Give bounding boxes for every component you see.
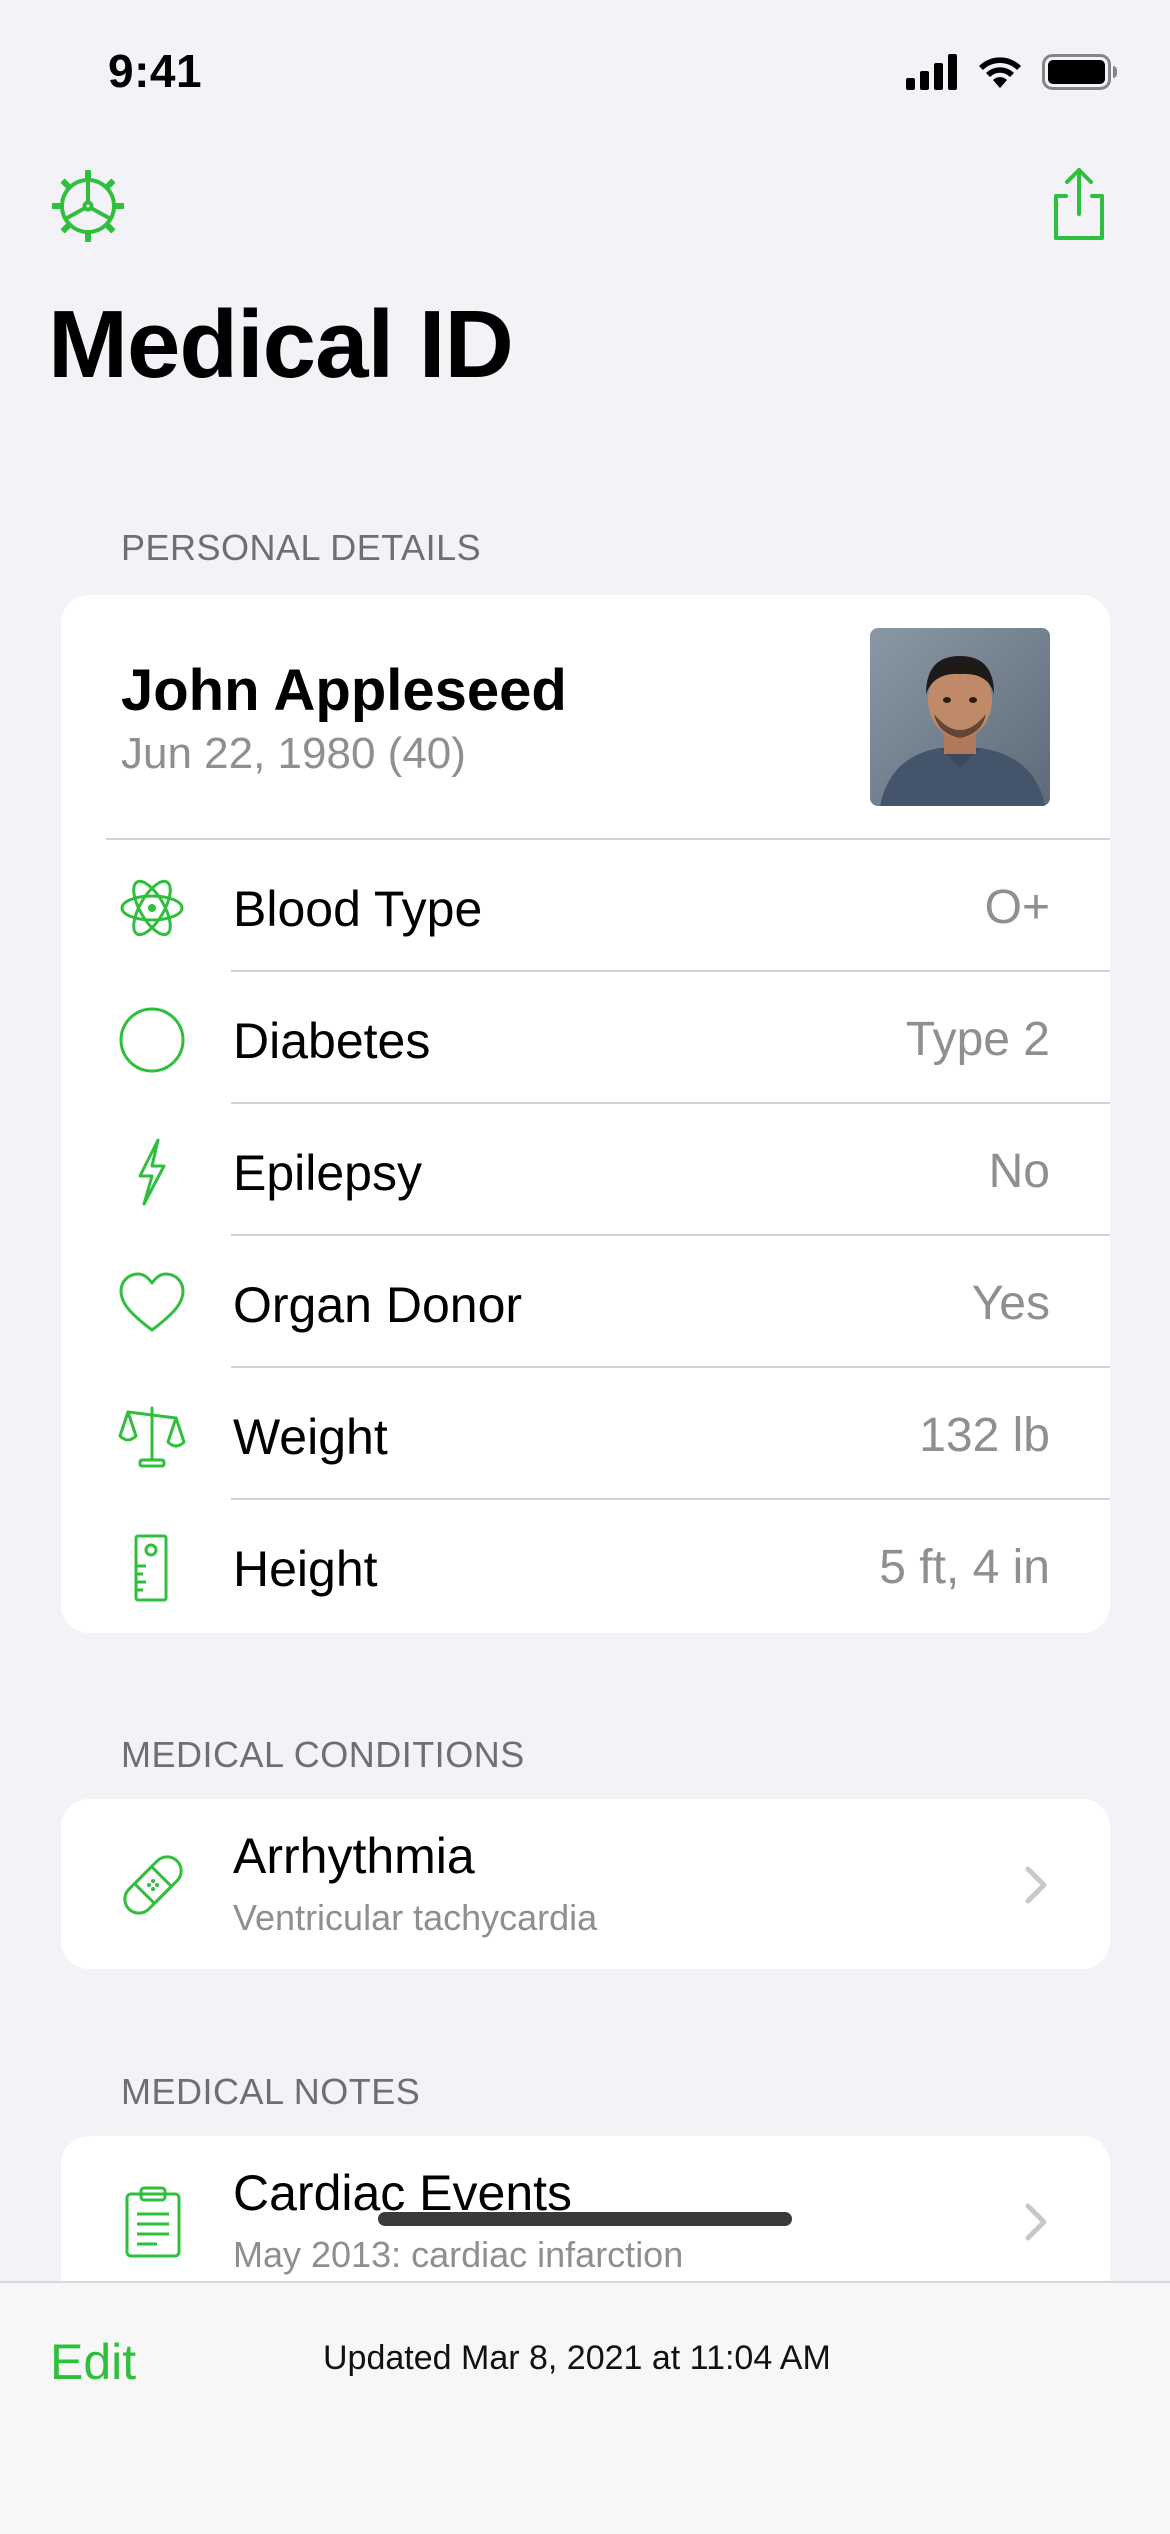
row-value: O+ [984, 881, 1050, 934]
wifi-icon [979, 57, 1021, 88]
ruler-icon [134, 1534, 168, 1602]
row-label: Epilepsy [233, 1145, 422, 1201]
gear-icon [52, 170, 124, 242]
detail-row-organ-donor[interactable]: Organ Donor Yes [61, 1236, 1110, 1368]
detail-row-blood-type[interactable]: Blood Type O+ [61, 840, 1110, 972]
detail-row-weight[interactable]: Weight 132 lb [61, 1368, 1110, 1500]
bandage-icon [123, 1855, 183, 1915]
profile-summary: John Appleseed Jun 22, 1980 (40) [61, 595, 1110, 840]
cellular-signal-icon [906, 54, 957, 90]
chevron-right-icon [1025, 1866, 1047, 1904]
profile-dob: Jun 22, 1980 (40) [121, 729, 466, 778]
personal-details-card: John Appleseed Jun 22, 1980 (40) Blood T… [61, 595, 1110, 1633]
updated-timestamp: Updated Mar 8, 2021 at 11:04 AM [323, 2339, 831, 2377]
row-value: No [988, 1145, 1050, 1198]
chevron-right-icon [1025, 2203, 1047, 2241]
medical-conditions-card: Arrhythmia Ventricular tachycardia [61, 1799, 1110, 1969]
row-label: Height [233, 1541, 378, 1597]
edit-button[interactable]: Edit [50, 2333, 136, 2391]
row-value: Type 2 [905, 1013, 1050, 1066]
personal-details-header: PERSONAL DETAILS [121, 527, 482, 568]
row-label: Weight [233, 1409, 388, 1465]
bolt-icon [138, 1138, 166, 1206]
page-title: Medical ID [48, 291, 514, 398]
condition-row-arrhythmia[interactable]: Arrhythmia Ventricular tachycardia [61, 1799, 1110, 1969]
row-subtitle: Ventricular tachycardia [233, 1897, 598, 1938]
circle-icon [119, 1007, 185, 1073]
medical-conditions-header: MEDICAL CONDITIONS [121, 1734, 525, 1775]
row-subtitle: May 2013: cardiac infarction [233, 2234, 684, 2275]
share-button[interactable] [1040, 166, 1116, 242]
row-label: Diabetes [233, 1013, 431, 1069]
row-value: 5 ft, 4 in [879, 1541, 1050, 1594]
detail-row-diabetes[interactable]: Diabetes Type 2 [61, 972, 1110, 1104]
row-label: Organ Donor [233, 1277, 523, 1333]
status-bar: 9:41 [0, 0, 1170, 140]
avatar-photo [870, 628, 1050, 806]
profile-name: John Appleseed [121, 658, 567, 723]
heart-icon [119, 1272, 185, 1332]
row-label: Blood Type [233, 881, 483, 937]
share-icon [1054, 168, 1104, 240]
home-indicator[interactable] [378, 2212, 792, 2226]
medical-notes-header: MEDICAL NOTES [121, 2071, 421, 2112]
status-icons [906, 54, 1118, 90]
battery-icon [1042, 54, 1117, 90]
settings-button[interactable] [50, 168, 126, 244]
status-time: 9:41 [108, 45, 203, 97]
scale-icon [118, 1406, 186, 1468]
detail-row-epilepsy[interactable]: Epilepsy No [61, 1104, 1110, 1236]
row-value: 132 lb [919, 1409, 1050, 1462]
row-title: Arrhythmia [233, 1828, 475, 1884]
detail-row-height[interactable]: Height 5 ft, 4 in [61, 1500, 1110, 1632]
row-value: Yes [971, 1277, 1050, 1330]
atom-icon [120, 879, 184, 937]
avatar [870, 628, 1050, 806]
clipboard-icon [125, 2186, 181, 2258]
bottom-toolbar: Edit Updated Mar 8, 2021 at 11:04 AM [0, 2281, 1170, 2534]
